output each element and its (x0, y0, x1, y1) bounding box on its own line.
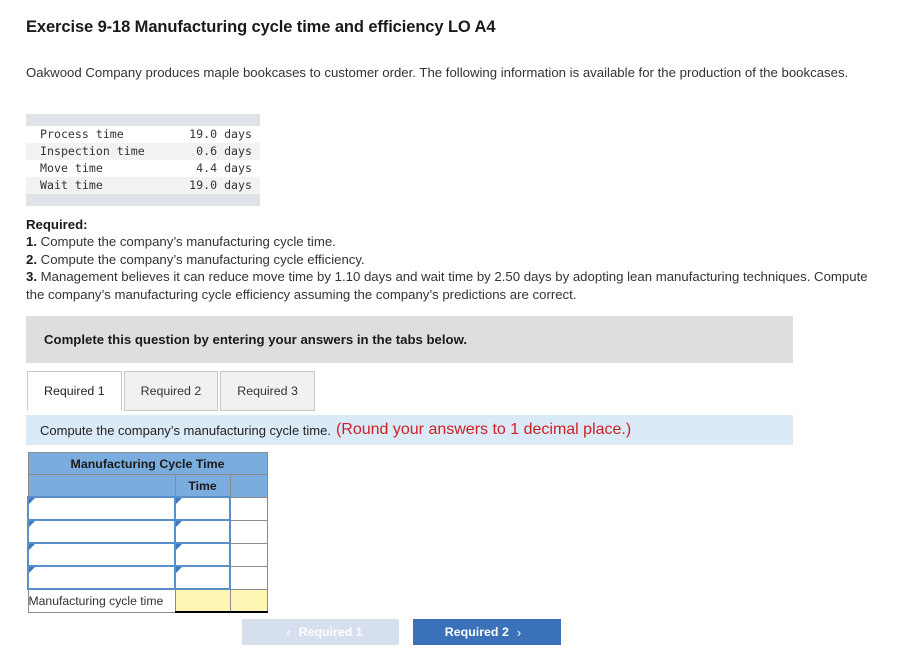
given-data-value: 0.6 days (196, 144, 252, 158)
next-required-button[interactable]: Required 2 › (413, 619, 561, 645)
given-data-label: Process time (40, 127, 124, 141)
dropdown-triangle-icon (176, 544, 182, 550)
answer-time-input-1[interactable] (174, 496, 231, 521)
answer-extra-cell-4 (229, 565, 268, 590)
answer-table-title: Manufacturing Cycle Time (27, 452, 268, 475)
chevron-right-icon: › (516, 624, 522, 640)
answer-table-header-blank (27, 474, 176, 498)
given-data-table-header-bar (26, 114, 260, 126)
answer-table-header-row: Time (27, 474, 268, 498)
answer-extra-cell-1 (229, 496, 268, 521)
answer-extra-cell-3 (229, 542, 268, 567)
required-heading: Required: (26, 217, 88, 232)
tab-required-2-label: Required 2 (140, 384, 202, 398)
tab-instruction-bar: Compute the company’s manufacturing cycl… (26, 415, 793, 445)
required-section: Required: 1. Compute the company’s manuf… (26, 216, 874, 303)
tab-instruction-note: (Round your answers to 1 decimal place.) (335, 421, 632, 438)
answer-table-title-row: Manufacturing Cycle Time (27, 452, 268, 475)
tab-required-2[interactable]: Required 2 (123, 371, 219, 411)
table-row (27, 542, 268, 567)
dropdown-triangle-icon (176, 521, 182, 527)
answer-extra-cell-2 (229, 519, 268, 544)
required-item: 3. Management believes it can reduce mov… (26, 268, 874, 303)
answer-label-input-1[interactable] (27, 496, 176, 521)
requirement-tabs: Required 1 Required 2 Required 3 (27, 371, 317, 411)
given-data-row: Process time 19.0 days (26, 126, 260, 143)
total-row-extra-cell[interactable] (229, 588, 268, 613)
given-data-table-footer-bar (26, 194, 260, 206)
page-title: Exercise 9-18 Manufacturing cycle time a… (26, 18, 496, 36)
given-data-value: 19.0 days (189, 127, 252, 141)
given-data-row: Inspection time 0.6 days (26, 143, 260, 160)
answer-table-header-time: Time (174, 474, 231, 498)
question-instruction-banner: Complete this question by entering your … (26, 316, 793, 363)
tab-required-3[interactable]: Required 3 (220, 371, 315, 411)
answer-label-input-2[interactable] (27, 519, 176, 544)
required-item-number: 1. (26, 234, 37, 250)
tab-instruction-text: Compute the company’s manufacturing cycl… (40, 422, 331, 438)
question-instruction-text: Complete this question by entering your … (44, 332, 468, 347)
answer-table-total-row: Manufacturing cycle time (27, 588, 268, 613)
table-row (27, 565, 268, 590)
required-item-number: 2. (26, 251, 37, 267)
chevron-left-icon: ‹ (286, 624, 291, 640)
tab-required-3-label: Required 3 (237, 384, 298, 398)
dropdown-triangle-icon (176, 498, 182, 504)
table-row (27, 519, 268, 544)
given-data-value: 4.4 days (196, 161, 252, 175)
tab-required-1-label: Required 1 (44, 384, 105, 398)
given-data-value: 19.0 days (189, 178, 252, 192)
dropdown-triangle-icon (29, 498, 35, 504)
required-item: 1. Compute the company’s manufacturing c… (26, 233, 874, 250)
required-item-number: 3. (26, 269, 37, 285)
required-item: 2. Compute the company’s manufacturing c… (26, 251, 874, 268)
dropdown-triangle-icon (29, 521, 35, 527)
dropdown-triangle-icon (29, 544, 35, 550)
answer-time-input-2[interactable] (174, 519, 231, 544)
given-data-row: Wait time 19.0 days (26, 177, 260, 194)
answer-label-input-3[interactable] (27, 542, 176, 567)
total-row-label: Manufacturing cycle time (27, 588, 176, 613)
answer-label-input-4[interactable] (27, 565, 176, 590)
given-data-table: Process time 19.0 days Inspection time 0… (26, 114, 260, 206)
given-data-row: Move time 4.4 days (26, 160, 260, 177)
given-data-label: Move time (40, 161, 103, 175)
total-row-time-cell[interactable] (174, 588, 231, 613)
given-data-label: Inspection time (40, 144, 145, 158)
answer-time-input-4[interactable] (174, 565, 231, 590)
tab-required-1[interactable]: Required 1 (27, 371, 122, 411)
dropdown-triangle-icon (29, 567, 35, 573)
required-item-text: Compute the company’s manufacturing cycl… (40, 251, 365, 267)
previous-required-button[interactable]: ‹ Required 1 (242, 619, 399, 645)
answer-table: Manufacturing Cycle Time Time Manufactur… (27, 452, 268, 613)
dropdown-triangle-icon (176, 567, 182, 573)
answer-time-input-3[interactable] (174, 542, 231, 567)
intro-paragraph: Oakwood Company produces maple bookcases… (26, 65, 849, 80)
answer-table-header-extra (229, 474, 268, 498)
given-data-label: Wait time (40, 178, 103, 192)
required-item-text: Management believes it can reduce move t… (26, 269, 868, 302)
table-row (27, 496, 268, 521)
previous-required-label: Required 1 (298, 625, 363, 639)
next-required-label: Required 2 (444, 625, 509, 639)
required-item-text: Compute the company’s manufacturing cycl… (40, 234, 336, 250)
